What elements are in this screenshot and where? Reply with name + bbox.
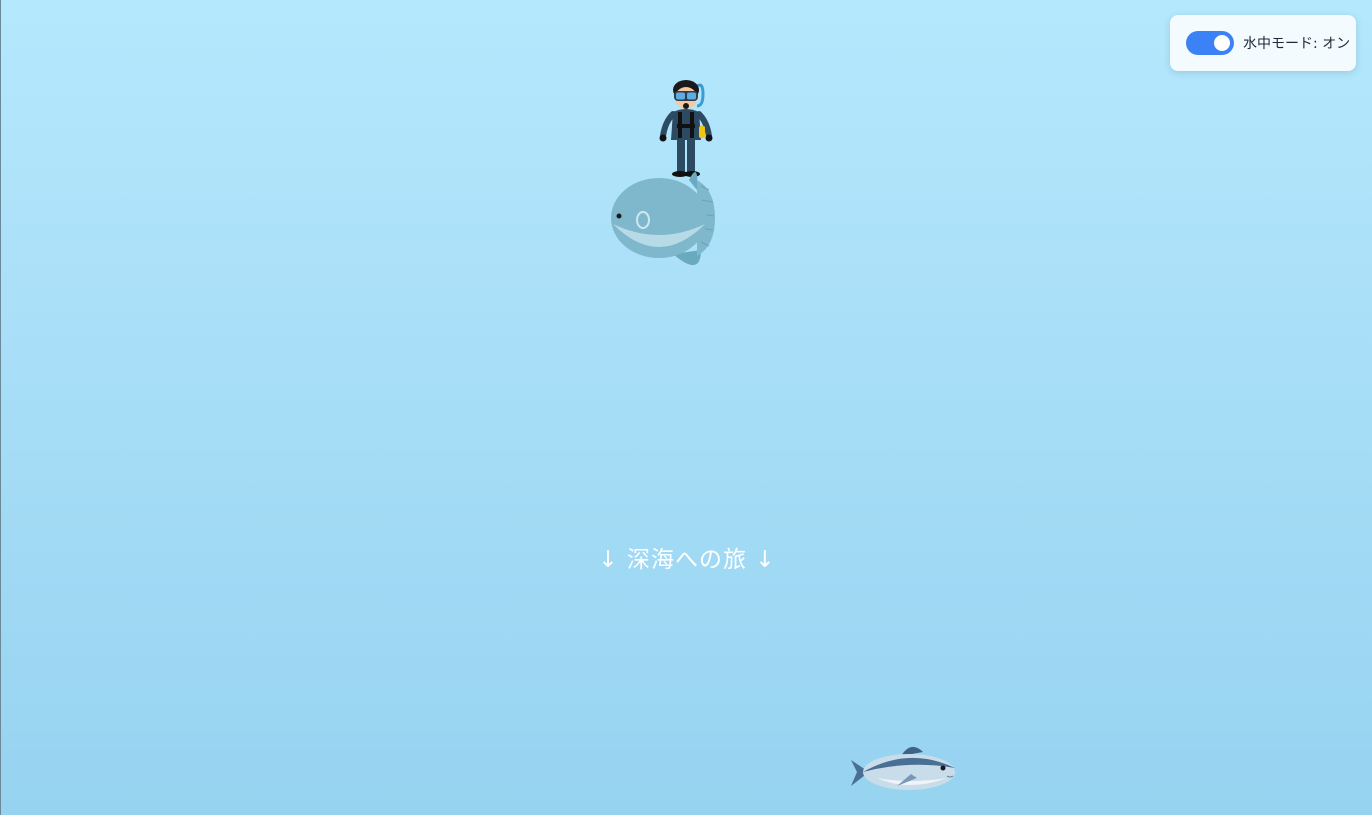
underwater-mode-label: 水中モード: オン (1243, 36, 1351, 52)
ocean-background: ↓ 深海への旅 ↓ 水中モード: オン (0, 0, 1372, 815)
underwater-mode-panel: 水中モード: オン (1170, 15, 1356, 71)
tuna-sprite (851, 746, 955, 790)
sunfish-sprite (611, 172, 715, 266)
underwater-mode-toggle[interactable] (1186, 31, 1234, 55)
toggle-knob (1214, 35, 1230, 51)
depth-journey-text: ↓ 深海への旅 ↓ (598, 547, 776, 573)
